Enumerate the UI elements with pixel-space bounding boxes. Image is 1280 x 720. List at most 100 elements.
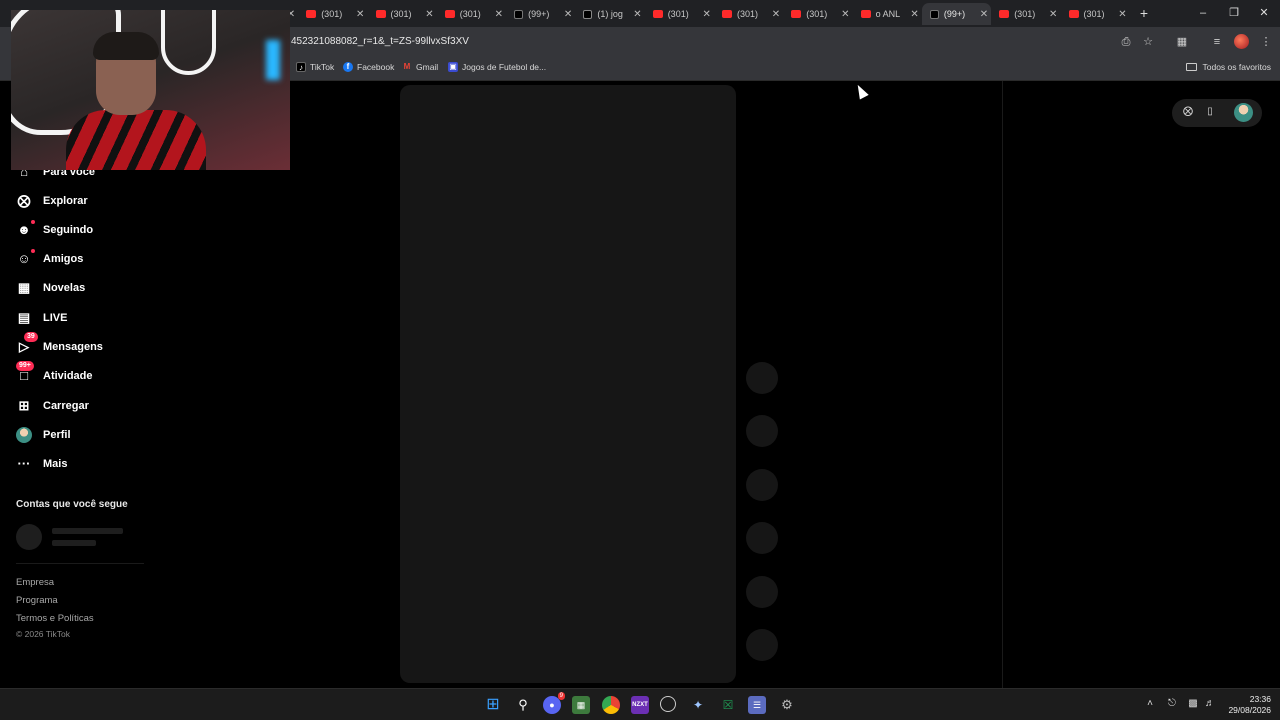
discord-icon[interactable]: ● 9 bbox=[543, 692, 565, 714]
youtube-icon bbox=[306, 10, 317, 18]
tab-close-icon[interactable]: ✕ bbox=[561, 9, 575, 20]
user-avatar[interactable] bbox=[1234, 103, 1253, 122]
coin-icon[interactable]: ⨂ bbox=[1181, 105, 1195, 119]
skeleton-line bbox=[52, 528, 123, 534]
app-icon[interactable]: ☰ bbox=[748, 696, 766, 714]
browser-tab[interactable]: (301) ✕ bbox=[1061, 3, 1130, 25]
upload-icon: ⊞ bbox=[18, 398, 30, 413]
footer-link-empresa[interactable]: Empresa bbox=[16, 577, 54, 588]
tab-close-icon[interactable]: ✕ bbox=[630, 9, 644, 20]
tab-close-icon[interactable]: ✕ bbox=[908, 9, 922, 20]
settings-icon[interactable]: ⚙ bbox=[778, 696, 796, 714]
save-button-skeleton[interactable] bbox=[746, 469, 778, 501]
action-button-skeleton[interactable] bbox=[746, 576, 778, 608]
tab-close-icon[interactable]: ✕ bbox=[492, 9, 506, 20]
bookmark-gmail[interactable]: M Gmail bbox=[402, 62, 439, 72]
taskbar-clock[interactable]: 23:36 29/08/2026 bbox=[1228, 694, 1271, 716]
tab-close-icon[interactable]: ✕ bbox=[977, 9, 991, 20]
bookmark-tiktok[interactable]: ♪ TikTok bbox=[296, 62, 334, 72]
browser-tab[interactable]: (301) ✕ bbox=[368, 3, 437, 25]
bookmark-football-games[interactable]: ▣ Jogos de Futebol de... bbox=[448, 62, 546, 72]
tab-title: (1) jog bbox=[597, 9, 623, 19]
browser-profile-avatar[interactable] bbox=[1234, 34, 1249, 49]
mouse-cursor bbox=[853, 82, 869, 100]
sidebar-item-label: Carregar bbox=[43, 400, 89, 412]
sidebar-item-novelas[interactable]: ▦ Novelas bbox=[16, 278, 85, 298]
tab-close-icon[interactable]: ✕ bbox=[838, 9, 852, 20]
nzxt-icon[interactable]: NZXT bbox=[631, 696, 649, 714]
like-button-skeleton[interactable] bbox=[746, 362, 778, 394]
network-icon[interactable]: ▩ bbox=[1186, 698, 1200, 709]
browser-tab[interactable]: (301) ✕ bbox=[645, 3, 714, 25]
extensions-icon[interactable]: ▦ bbox=[1175, 35, 1189, 49]
tab-close-icon[interactable]: ✕ bbox=[1116, 9, 1130, 20]
facebook-icon: f bbox=[343, 62, 353, 72]
clock-date: 29/08/2026 bbox=[1228, 705, 1271, 715]
close-window-icon[interactable]: ✕ bbox=[1254, 5, 1274, 21]
music-button-skeleton[interactable] bbox=[746, 629, 778, 661]
bookmark-star-icon[interactable]: ☆ bbox=[1141, 35, 1155, 49]
browser-tab[interactable]: o ANL ✕ bbox=[853, 3, 922, 25]
neon-decoration bbox=[161, 10, 216, 75]
tray-chevron-icon[interactable]: ˄ bbox=[1143, 698, 1157, 709]
sidebar-item-seguindo[interactable]: ☻ Seguindo bbox=[16, 220, 93, 240]
sidebar-item-perfil[interactable]: Perfil bbox=[16, 425, 71, 445]
start-icon[interactable]: ⊞ bbox=[484, 696, 502, 714]
compass-icon: ⨂ bbox=[17, 193, 31, 208]
tab-close-icon[interactable]: ✕ bbox=[700, 9, 714, 20]
excel-icon[interactable]: ☒ bbox=[719, 696, 737, 714]
media-controls-icon[interactable]: ≡ bbox=[1210, 35, 1224, 49]
install-app-icon[interactable]: ⎙ bbox=[1119, 35, 1133, 49]
all-bookmarks-button[interactable]: Todos os favoritos bbox=[1186, 62, 1271, 72]
app-circle-icon[interactable] bbox=[660, 696, 676, 712]
browser-tab[interactable]: (99+) ✕ bbox=[506, 3, 575, 25]
tab-title: (301) bbox=[459, 9, 481, 19]
address-bar[interactable]: 452321088082_r=1&_t=ZS-99llvxSf3XV bbox=[291, 36, 469, 47]
minimize-icon[interactable]: – bbox=[1193, 5, 1213, 21]
following-icon: ☻ bbox=[16, 220, 35, 238]
browser-tab[interactable]: (301) ✕ bbox=[298, 3, 367, 25]
share-button-skeleton[interactable] bbox=[746, 522, 778, 554]
tab-title: (301) bbox=[390, 9, 412, 19]
windows-taskbar: ⊞ ⚲ ● 9 ▦ NZXT ✦ ☒ ☰ ⚙ ˄ ⎋ ▩ ♬ 23:36 29/0… bbox=[0, 688, 1280, 720]
skeleton-line bbox=[52, 540, 96, 546]
browser-tab[interactable]: (301) ✕ bbox=[991, 3, 1060, 25]
sidebar-item-explorar[interactable]: ⨂ Explorar bbox=[16, 191, 88, 211]
notification-dot bbox=[31, 220, 35, 224]
new-tab-button[interactable]: + bbox=[1136, 5, 1152, 21]
device-icon[interactable]: ▯ bbox=[1203, 105, 1217, 119]
tab-title: (301) bbox=[1014, 9, 1036, 19]
footer-link-programa[interactable]: Programa bbox=[16, 595, 58, 606]
tab-close-icon[interactable]: ✕ bbox=[1046, 9, 1060, 20]
app-icon[interactable]: ▦ bbox=[572, 696, 590, 714]
sidebar-item-live[interactable]: ▤ LIVE bbox=[16, 308, 68, 328]
sidebar-item-amigos[interactable]: ☺ Amigos bbox=[16, 249, 83, 269]
sidebar-divider bbox=[16, 563, 144, 564]
browser-tab[interactable]: (1) jog ✕ bbox=[575, 3, 644, 25]
sidebar-item-atividade[interactable]: □ 99+ Atividade bbox=[16, 361, 93, 386]
microphone-icon[interactable]: ⎋ bbox=[1165, 698, 1179, 709]
browser-tab[interactable]: (301) ✕ bbox=[714, 3, 783, 25]
video-placeholder[interactable] bbox=[400, 85, 736, 683]
chrome-icon[interactable] bbox=[602, 696, 620, 714]
browser-tab[interactable]: (99+) ✕ bbox=[921, 3, 991, 25]
browser-tab[interactable]: (301) ✕ bbox=[437, 3, 506, 25]
sidebar-item-mais[interactable]: ··· Mais bbox=[16, 454, 68, 474]
tab-close-icon[interactable]: ✕ bbox=[423, 9, 437, 20]
comment-button-skeleton[interactable] bbox=[746, 415, 778, 447]
search-icon[interactable]: ⚲ bbox=[514, 696, 532, 714]
tab-close-icon[interactable]: ✕ bbox=[769, 9, 783, 20]
all-bookmarks-label: Todos os favoritos bbox=[1202, 62, 1271, 72]
sidebar-item-carregar[interactable]: ⊞ Carregar bbox=[16, 396, 89, 416]
browser-menu-icon[interactable]: ⋮ bbox=[1259, 35, 1273, 49]
volume-icon[interactable]: ♬ bbox=[1203, 698, 1217, 709]
steam-icon[interactable]: ✦ bbox=[689, 696, 707, 714]
youtube-icon bbox=[1068, 10, 1079, 18]
sidebar-item-mensagens[interactable]: ▷ 39 Mensagens bbox=[16, 332, 103, 357]
restore-icon[interactable]: ❐ bbox=[1224, 5, 1244, 21]
youtube-icon bbox=[791, 10, 802, 18]
browser-tab[interactable]: (301) ✕ bbox=[783, 3, 852, 25]
bookmark-facebook[interactable]: f Facebook bbox=[343, 62, 394, 72]
tab-close-icon[interactable]: ✕ bbox=[353, 9, 367, 20]
footer-link-termos[interactable]: Termos e Políticas bbox=[16, 613, 94, 624]
